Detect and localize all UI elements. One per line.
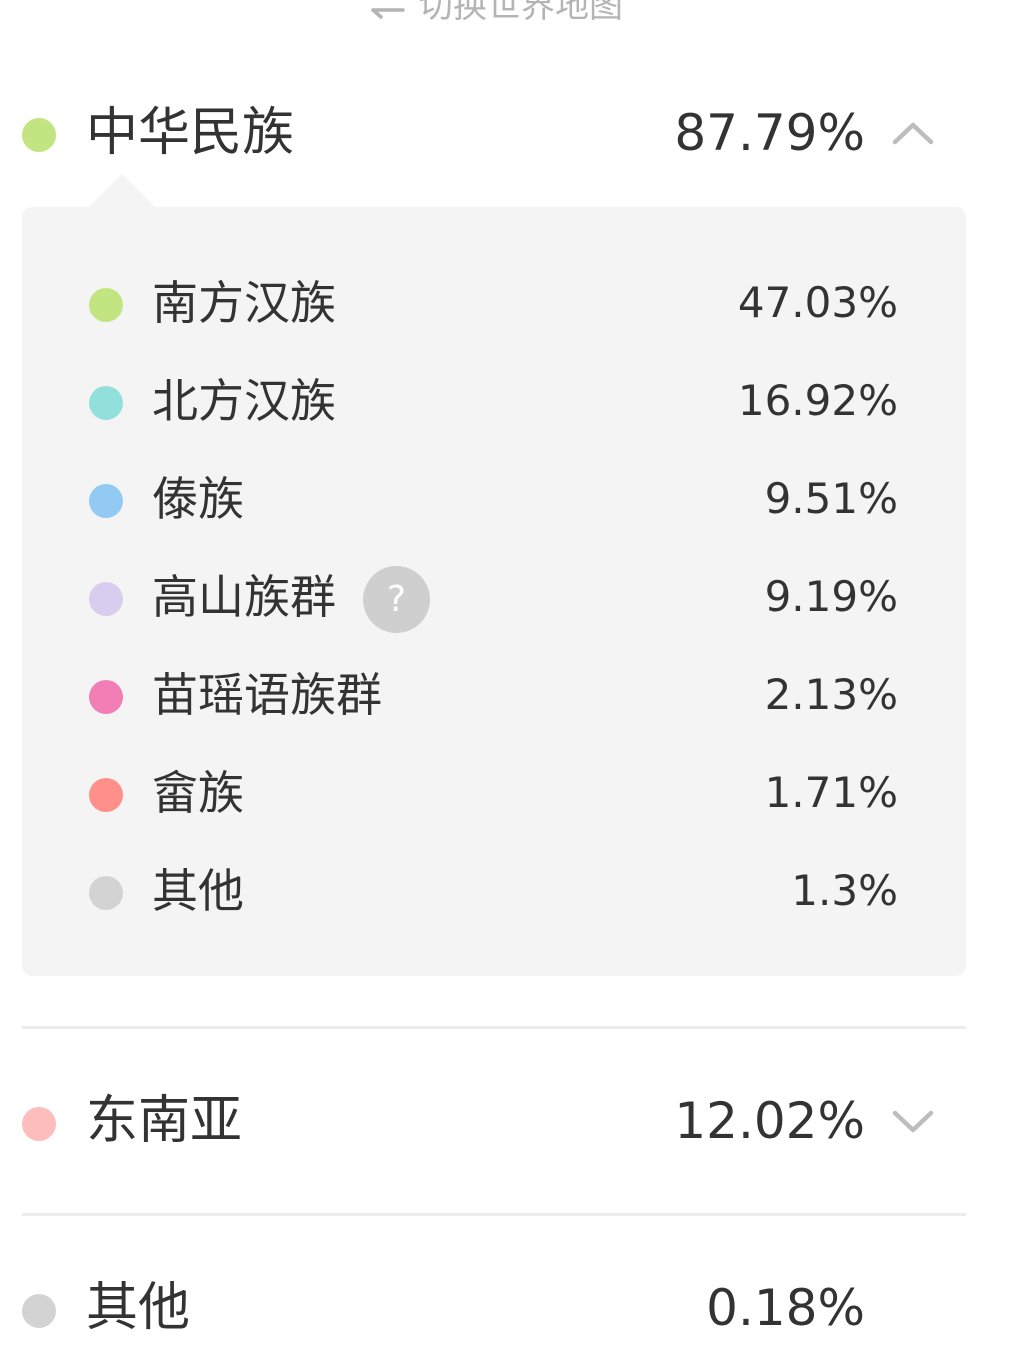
subgroup-row[interactable]: 其他 1.3% — [22, 863, 966, 923]
help-question-icon[interactable]: ? — [363, 566, 430, 633]
group-color-dot — [22, 1294, 56, 1328]
subgroup-label: 其他 — [152, 864, 244, 918]
subgroup-color-dot — [89, 680, 123, 714]
subgroup-row[interactable]: 北方汉族 16.92% — [22, 373, 966, 433]
subgroup-percent: 9.19% — [764, 572, 898, 621]
subgroup-percent: 1.3% — [791, 866, 898, 915]
subgroup-row[interactable]: 高山族群 ? 9.19% — [22, 566, 966, 633]
group-row-chinese[interactable]: 中华民族 87.79% — [0, 78, 1028, 188]
group-label: 中华民族 — [86, 103, 295, 163]
subgroup-label: 傣族 — [152, 472, 244, 526]
subgroup-color-dot — [89, 288, 123, 322]
subgroup-label: 畲族 — [152, 766, 244, 820]
group-row-other: 其他 0.18% — [0, 1254, 1028, 1364]
subgroup-color-dot — [89, 484, 123, 518]
subgroup-panel: 南方汉族 47.03% 北方汉族 16.92% 傣族 9.51% 高山族群 ? … — [22, 207, 966, 976]
group-label: 其他 — [86, 1278, 191, 1338]
divider — [22, 1026, 966, 1029]
subgroup-percent: 47.03% — [737, 278, 898, 327]
switch-world-map-link[interactable]: 切换世界地图 — [0, 0, 990, 28]
subgroup-percent: 2.13% — [764, 670, 898, 719]
chevron-up-icon[interactable] — [890, 118, 936, 148]
subgroup-label: 南方汉族 — [152, 276, 336, 330]
chevron-down-icon[interactable] — [890, 1107, 936, 1137]
subgroup-percent: 1.71% — [764, 768, 898, 817]
subgroup-color-dot — [89, 386, 123, 420]
divider — [22, 1213, 966, 1216]
group-color-dot — [22, 118, 56, 152]
subgroup-row[interactable]: 傣族 9.51% — [22, 471, 966, 531]
subgroup-row[interactable]: 苗瑶语族群 2.13% — [22, 667, 966, 727]
subgroup-label: 苗瑶语族群 — [152, 668, 382, 722]
swap-arrows-icon — [367, 0, 407, 28]
subgroup-label: 高山族群 — [152, 570, 336, 624]
group-percent: 12.02% — [674, 1092, 865, 1150]
switch-world-map-label: 切换世界地图 — [419, 0, 623, 26]
subgroup-label: 北方汉族 — [152, 374, 336, 428]
subgroup-color-dot — [89, 582, 123, 616]
group-label: 东南亚 — [86, 1091, 243, 1151]
subgroup-color-dot — [89, 876, 123, 910]
subgroup-color-dot — [89, 778, 123, 812]
subgroup-percent: 9.51% — [764, 474, 898, 523]
group-percent: 0.18% — [706, 1279, 865, 1337]
subgroup-row[interactable]: 南方汉族 47.03% — [22, 275, 966, 335]
subgroup-percent: 16.92% — [737, 376, 898, 425]
group-color-dot — [22, 1107, 56, 1141]
group-percent: 87.79% — [674, 104, 865, 162]
panel-pointer — [88, 174, 156, 208]
subgroup-row[interactable]: 畲族 1.71% — [22, 765, 966, 825]
group-row-southeast-asia[interactable]: 东南亚 12.02% — [0, 1067, 1028, 1177]
